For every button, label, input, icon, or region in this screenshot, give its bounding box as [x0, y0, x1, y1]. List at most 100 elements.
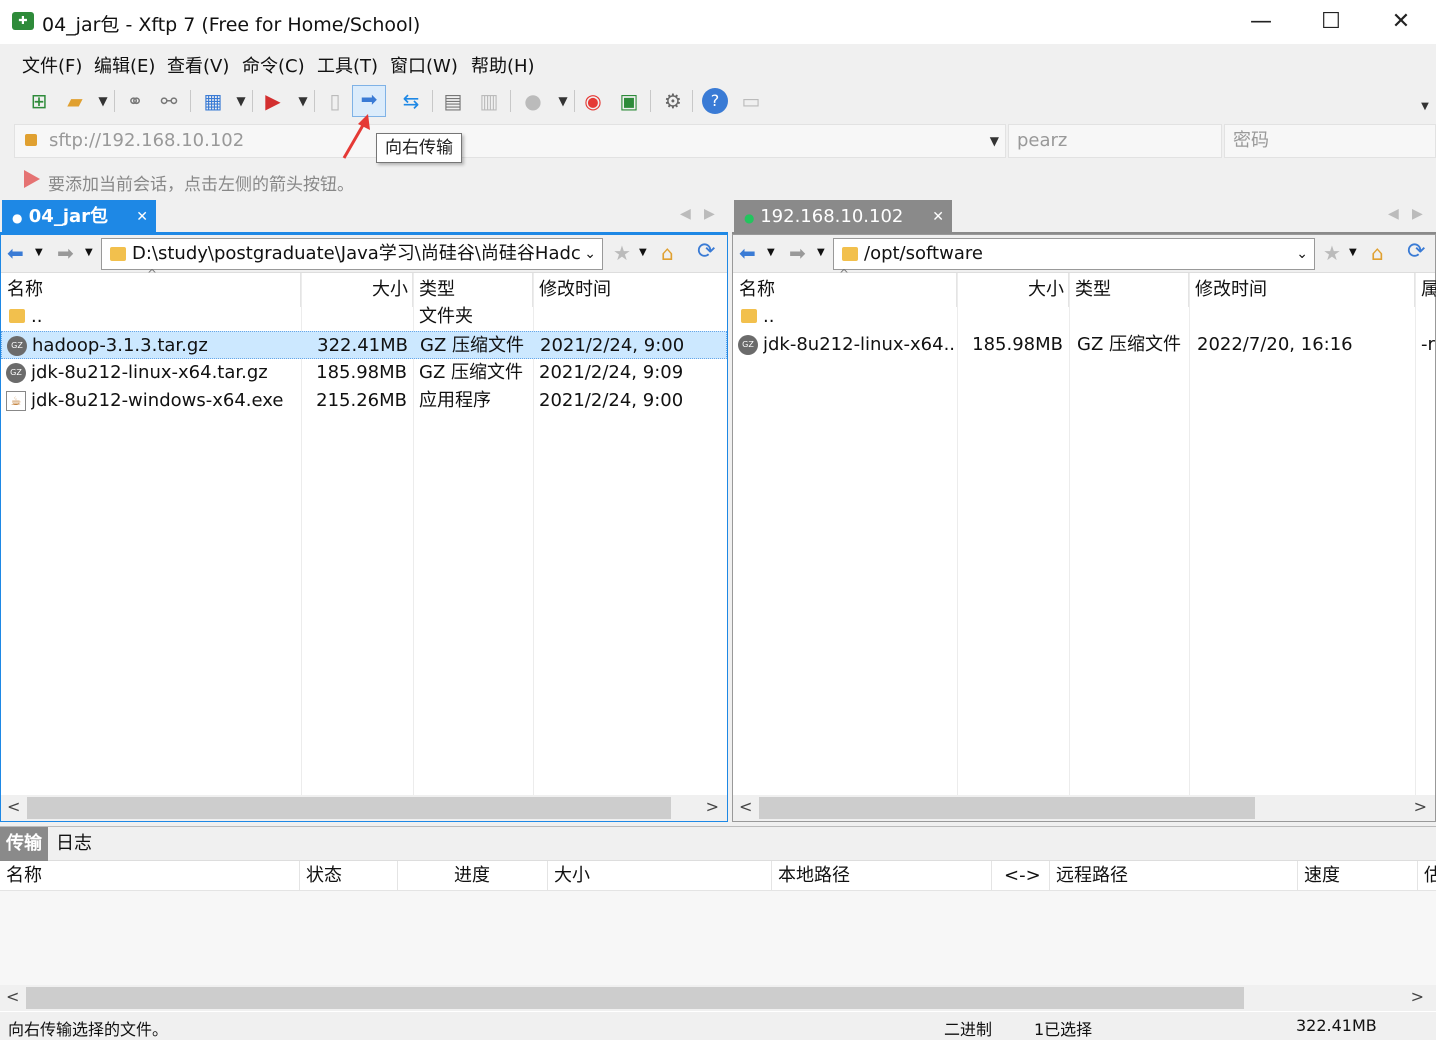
tab-scroll-left-icon[interactable]: ◀	[1388, 206, 1399, 222]
tab-scroll-right-icon[interactable]: ▶	[704, 206, 715, 222]
back-icon[interactable]: ⬅	[7, 241, 24, 265]
col-estimate[interactable]: 估	[1418, 861, 1436, 891]
tab-remote[interactable]: ● 192.168.10.102 ✕	[734, 200, 952, 234]
col-direction[interactable]: <->	[992, 861, 1050, 891]
menu-window[interactable]: 窗口(W)	[390, 52, 458, 78]
tab-local[interactable]: ● 04_jar包 ✕	[2, 200, 156, 234]
back-dropdown-icon[interactable]: ▼	[35, 247, 43, 258]
chat-icon[interactable]: ▭	[738, 88, 764, 114]
media-dropdown-icon[interactable]: ▼	[290, 88, 316, 114]
transfer-horizontal-scrollbar[interactable]: < >	[0, 985, 1436, 1011]
paste-icon[interactable]: ▥	[476, 88, 502, 114]
disconnect-icon[interactable]: ⚯	[156, 88, 182, 114]
file-row-parent[interactable]: ..	[733, 303, 1435, 331]
scroll-thumb[interactable]	[26, 987, 1244, 1009]
local-horizontal-scrollbar[interactable]: < >	[1, 795, 727, 821]
col-size[interactable]: 大小	[301, 273, 413, 307]
tab-close-icon[interactable]: ✕	[932, 200, 944, 234]
file-row[interactable]: GZ jdk-8u212-linux-x64.tar.gz 185.98MB G…	[1, 359, 727, 387]
tab-scroll-right-icon[interactable]: ▶	[1412, 206, 1423, 222]
media-icon[interactable]: ▶	[260, 88, 286, 114]
scroll-right-icon[interactable]: >	[706, 797, 719, 816]
back-dropdown-icon[interactable]: ▼	[767, 247, 775, 258]
scroll-thumb[interactable]	[27, 797, 671, 819]
sync-icon[interactable]: ⇆	[398, 88, 424, 114]
forward-icon[interactable]: ➡	[57, 241, 74, 265]
scroll-left-icon[interactable]: <	[739, 797, 752, 816]
bookmark-dropdown-icon[interactable]: ▼	[1349, 247, 1357, 258]
xshell-icon[interactable]: ◉	[580, 88, 606, 114]
refresh-icon[interactable]: ⟳	[697, 239, 715, 264]
toolbar-overflow-icon[interactable]: ▼	[1412, 94, 1436, 120]
session-properties-icon[interactable]: ▦	[200, 88, 226, 114]
bookmark-star-icon[interactable]: ★	[613, 241, 631, 265]
host-field[interactable]: sftp://192.168.10.102 ▼	[14, 124, 1006, 158]
col-speed[interactable]: 速度	[1298, 861, 1418, 891]
home-folder-icon[interactable]: ⌂	[661, 241, 674, 265]
col-progress[interactable]: 进度	[398, 861, 548, 891]
menu-tools[interactable]: 工具(T)	[317, 52, 378, 78]
open-dropdown-icon[interactable]: ▼	[90, 88, 116, 114]
lock-icon	[25, 134, 37, 146]
file-row[interactable]: GZ jdk-8u212-linux-x64... 185.98MB GZ 压缩…	[733, 331, 1435, 359]
col-modified[interactable]: 修改时间	[1189, 273, 1415, 307]
scroll-left-icon[interactable]: <	[6, 987, 19, 1006]
file-row-parent[interactable]: .. 文件夹	[1, 303, 727, 331]
col-attributes[interactable]: 属	[1415, 273, 1436, 307]
home-folder-icon[interactable]: ⌂	[1371, 241, 1384, 265]
col-status[interactable]: 状态	[300, 861, 398, 891]
host-dropdown-icon[interactable]: ▼	[990, 125, 999, 157]
minimize-button[interactable]: —	[1226, 0, 1296, 44]
path-dropdown-icon[interactable]: ⌄	[580, 239, 596, 269]
forward-icon[interactable]: ➡	[789, 241, 806, 265]
tab-log[interactable]: 日志	[56, 827, 92, 861]
col-type[interactable]: 类型	[413, 273, 533, 307]
col-modified[interactable]: 修改时间	[533, 273, 727, 307]
maximize-button[interactable]: ☐	[1296, 0, 1366, 44]
file-row[interactable]: ☕ jdk-8u212-windows-x64.exe 215.26MB 应用程…	[1, 387, 727, 415]
new-session-icon[interactable]: ⊞	[26, 88, 52, 114]
scroll-thumb[interactable]	[759, 797, 1255, 819]
forward-dropdown-icon[interactable]: ▼	[85, 247, 93, 258]
col-type[interactable]: 类型	[1069, 273, 1189, 307]
settings-gear-icon[interactable]: ⚙	[660, 88, 686, 114]
scroll-left-icon[interactable]: <	[7, 797, 20, 816]
menu-view[interactable]: 查看(V)	[167, 52, 229, 78]
connect-icon[interactable]: ⚭	[122, 88, 148, 114]
path-dropdown-icon[interactable]: ⌄	[1296, 239, 1308, 269]
menu-command[interactable]: 命令(C)	[242, 52, 305, 78]
close-button[interactable]: ✕	[1366, 0, 1436, 44]
help-icon[interactable]: ?	[702, 88, 728, 114]
file-row-selected[interactable]: GZ hadoop-3.1.3.tar.gz 322.41MB GZ 压缩文件 …	[1, 331, 727, 359]
tab-scroll-left-icon[interactable]: ◀	[680, 206, 691, 222]
scroll-right-icon[interactable]: >	[1411, 987, 1424, 1006]
refresh-icon[interactable]: ⟳	[1407, 239, 1425, 264]
xftp-icon[interactable]: ▣	[616, 88, 642, 114]
bookmark-dropdown-icon[interactable]: ▼	[639, 247, 647, 258]
open-folder-icon[interactable]: ▰	[62, 88, 88, 114]
remote-path-input[interactable]: /opt/software ⌄	[833, 238, 1315, 270]
scroll-right-icon[interactable]: >	[1414, 797, 1427, 816]
col-name[interactable]: 名称	[0, 861, 300, 891]
tab-transfer[interactable]: 传输	[0, 827, 48, 861]
remote-horizontal-scrollbar[interactable]: < >	[733, 795, 1435, 821]
local-path-input[interactable]: D:\study\postgraduate\Java学习\尚硅谷\尚硅谷Hadc…	[101, 238, 603, 270]
password-field[interactable]: 密码	[1224, 124, 1436, 158]
col-remote-path[interactable]: 远程路径	[1050, 861, 1298, 891]
col-local-path[interactable]: 本地路径	[772, 861, 992, 891]
col-size[interactable]: 大小	[957, 273, 1069, 307]
back-icon[interactable]: ⬅	[739, 241, 756, 265]
menu-file[interactable]: 文件(F)	[22, 52, 82, 78]
properties-dropdown-icon[interactable]: ▼	[228, 88, 254, 114]
forward-dropdown-icon[interactable]: ▼	[817, 247, 825, 258]
add-session-arrow-icon[interactable]	[24, 170, 40, 188]
bookmark-star-icon[interactable]: ★	[1323, 241, 1341, 265]
menu-edit[interactable]: 编辑(E)	[94, 52, 155, 78]
copy-icon[interactable]: ▤	[440, 88, 466, 114]
encoding-icon[interactable]: ●	[520, 88, 546, 114]
menu-help[interactable]: 帮助(H)	[471, 52, 535, 78]
col-size[interactable]: 大小	[548, 861, 772, 891]
username-field[interactable]: pearz	[1008, 124, 1222, 158]
encoding-dropdown-icon[interactable]: ▼	[550, 88, 576, 114]
tab-close-icon[interactable]: ✕	[136, 200, 148, 234]
